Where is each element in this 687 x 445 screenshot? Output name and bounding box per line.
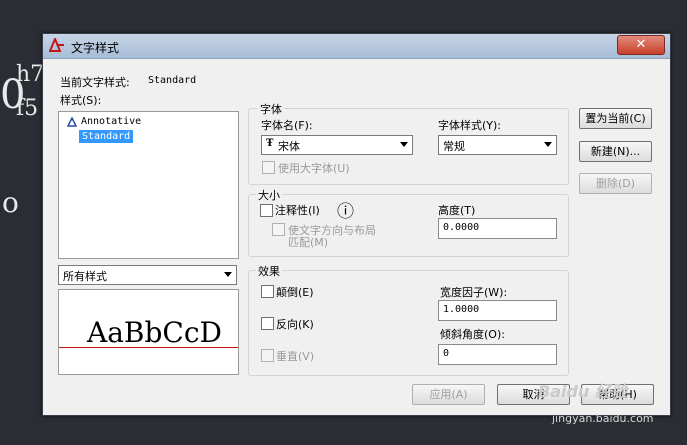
vertical-label: 垂直(V) — [276, 350, 315, 363]
background-math-text: o — [2, 186, 19, 219]
annotative-label: 注释性(I) — [275, 204, 320, 217]
use-bigfont-label: 使用大字体(U) — [278, 162, 350, 175]
preview-baseline — [59, 347, 238, 348]
background-math-text: h7 — [16, 62, 45, 87]
new-button[interactable]: 新建(N)... — [579, 141, 652, 162]
font-name-label: 字体名(F): — [261, 119, 313, 132]
width-factor-value: 1.0000 — [443, 304, 480, 315]
oblique-angle-input[interactable]: 0 — [438, 344, 557, 365]
preview-text: AaBbCcD — [87, 316, 222, 349]
backwards-label: 反向(K) — [276, 318, 314, 331]
width-factor-input[interactable]: 1.0000 — [438, 300, 557, 321]
upside-down-label: 颠倒(E) — [276, 286, 314, 299]
height-label: 高度(T) — [438, 204, 476, 217]
size-group-title: 大小 — [256, 187, 282, 203]
font-name-value: 宋体 — [278, 140, 300, 153]
set-current-button[interactable]: 置为当前(C) — [579, 108, 652, 129]
apply-button[interactable]: 应用(A) — [412, 384, 485, 405]
effects-group-title: 效果 — [256, 263, 282, 279]
preview-panel: AaBbCcD — [58, 289, 239, 375]
vertical-checkbox[interactable] — [261, 349, 274, 362]
height-value: 0.0000 — [443, 222, 480, 233]
watermark-url: jingyan.baidu.com — [552, 412, 654, 425]
watermark-brand: Baidu 经验 — [538, 382, 627, 401]
font-name-dropdown[interactable]: Ŧ 宋体 — [261, 135, 413, 155]
current-style-label: 当前文字样式: — [60, 76, 130, 89]
styles-label: 样式(S): — [60, 94, 102, 107]
autocad-text-icon — [49, 38, 64, 52]
list-item-annotative[interactable]: Annotative — [81, 116, 141, 127]
height-input[interactable]: 0.0000 — [438, 218, 557, 239]
chevron-down-icon — [400, 142, 408, 147]
upside-down-checkbox[interactable] — [261, 285, 274, 298]
styles-list[interactable]: Annotative Standard — [58, 111, 239, 259]
dialog-title: 文字样式 — [71, 41, 120, 55]
style-filter-dropdown[interactable]: 所有样式 — [58, 265, 237, 285]
close-button[interactable]: ✕ — [617, 35, 665, 55]
truetype-icon: Ŧ — [266, 138, 274, 149]
chevron-down-icon — [224, 272, 232, 277]
chevron-down-icon — [544, 142, 552, 147]
font-style-label: 字体样式(Y): — [438, 119, 502, 132]
titlebar[interactable]: 文字样式 ✕ — [43, 34, 670, 59]
oblique-angle-label: 倾斜角度(O): — [440, 328, 505, 341]
font-style-dropdown[interactable]: 常规 — [438, 135, 557, 155]
annotative-triangle-icon — [67, 117, 77, 127]
text-style-dialog: 文字样式 ✕ 当前文字样式: Standard 样式(S): Annotativ… — [42, 33, 671, 416]
font-style-value: 常规 — [443, 140, 465, 153]
match-orientation-checkbox[interactable] — [272, 223, 285, 236]
oblique-angle-value: 0 — [443, 348, 450, 359]
annotative-checkbox[interactable] — [260, 204, 273, 217]
use-bigfont-checkbox[interactable] — [262, 161, 275, 174]
match-orientation-label-2: 匹配(M) — [288, 236, 329, 249]
backwards-checkbox[interactable] — [261, 317, 274, 330]
current-style-value: Standard — [148, 75, 197, 86]
font-group-title: 字体 — [258, 101, 284, 117]
list-item-standard[interactable]: Standard — [79, 130, 134, 143]
style-filter-value: 所有样式 — [63, 270, 107, 283]
delete-button[interactable]: 删除(D) — [579, 173, 652, 194]
background-math-text: f5 — [16, 96, 39, 121]
info-icon[interactable]: ⓘ — [337, 197, 354, 222]
width-factor-label: 宽度因子(W): — [440, 286, 508, 299]
